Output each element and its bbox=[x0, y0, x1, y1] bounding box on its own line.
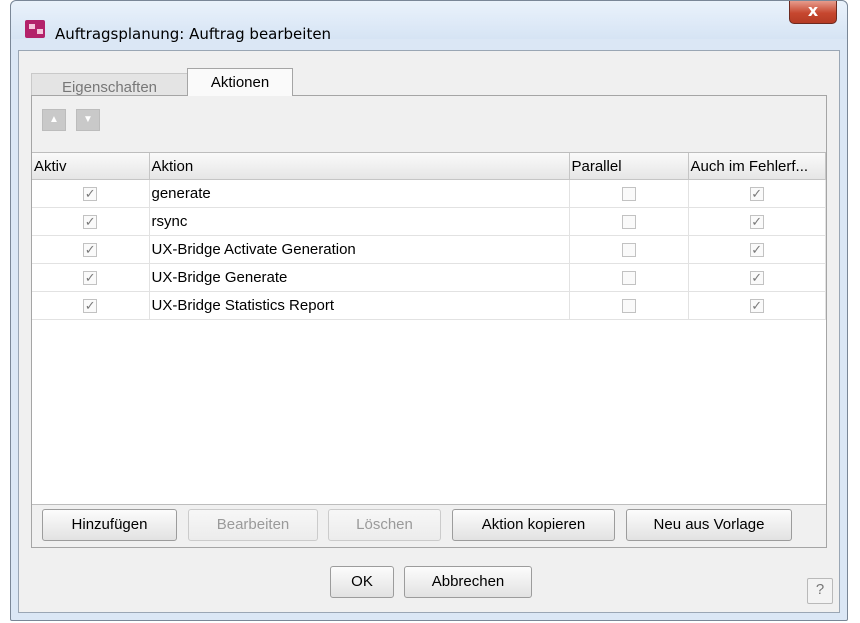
aktiv-cell: ✓ bbox=[32, 179, 150, 208]
aktiv-checkbox[interactable]: ✓ bbox=[83, 215, 98, 230]
aktion-name[interactable]: rsync bbox=[149, 207, 570, 236]
column-header-parallel[interactable]: Parallel bbox=[569, 153, 689, 180]
parallel-checkbox[interactable] bbox=[621, 187, 636, 202]
table-row[interactable]: ✓ UX-Bridge Activate Generation ✓ bbox=[32, 235, 826, 264]
aktiv-checkbox[interactable]: ✓ bbox=[83, 187, 98, 202]
fehlerfall-cell: ✓ bbox=[688, 291, 826, 320]
close-button[interactable]: x bbox=[789, 1, 837, 24]
parallel-checkbox[interactable] bbox=[621, 271, 636, 286]
fehlerfall-cell: ✓ bbox=[688, 207, 826, 236]
fehlerfall-cell: ✓ bbox=[688, 235, 826, 264]
fehlerfall-checkbox[interactable]: ✓ bbox=[749, 187, 764, 202]
parallel-cell bbox=[569, 263, 689, 292]
table-row[interactable]: ✓ rsync ✓ bbox=[32, 207, 826, 236]
cancel-button[interactable]: Abbrechen bbox=[404, 566, 532, 598]
aktiv-checkbox[interactable]: ✓ bbox=[83, 271, 98, 286]
aktion-name[interactable]: UX-Bridge Statistics Report bbox=[149, 291, 570, 320]
fehlerfall-checkbox[interactable]: ✓ bbox=[749, 271, 764, 286]
actions-table: Aktiv Aktion Parallel Auch im Fehlerf...… bbox=[32, 152, 826, 505]
table-row[interactable]: ✓ UX-Bridge Statistics Report ✓ bbox=[32, 291, 826, 320]
aktion-name[interactable]: generate bbox=[149, 179, 570, 208]
fehlerfall-checkbox[interactable]: ✓ bbox=[749, 215, 764, 230]
window-title: Auftragsplanung: Auftrag bearbeiten bbox=[55, 25, 332, 43]
parallel-cell bbox=[569, 291, 689, 320]
help-icon[interactable]: ? bbox=[807, 578, 833, 604]
parallel-cell bbox=[569, 179, 689, 208]
aktiv-cell: ✓ bbox=[32, 207, 150, 236]
fehlerfall-checkbox[interactable]: ✓ bbox=[749, 299, 764, 314]
aktiv-checkbox[interactable]: ✓ bbox=[83, 299, 98, 314]
title-bar[interactable]: Auftragsplanung: Auftrag bearbeiten x bbox=[11, 1, 847, 43]
aktiv-checkbox[interactable]: ✓ bbox=[83, 243, 98, 258]
table-row[interactable]: ✓ UX-Bridge Generate ✓ bbox=[32, 263, 826, 292]
column-header-aktion[interactable]: Aktion bbox=[149, 153, 570, 180]
ok-button[interactable]: OK bbox=[330, 566, 394, 598]
parallel-checkbox[interactable] bbox=[621, 215, 636, 230]
delete-button[interactable]: Löschen bbox=[328, 509, 441, 541]
aktionen-panel: ▲ ▼ Aktiv Aktion Parallel Auch im Fehler… bbox=[31, 95, 827, 548]
edit-button[interactable]: Bearbeiten bbox=[188, 509, 318, 541]
aktiv-cell: ✓ bbox=[32, 263, 150, 292]
aktion-name[interactable]: UX-Bridge Generate bbox=[149, 263, 570, 292]
column-header-fehlerfall[interactable]: Auch im Fehlerf... bbox=[688, 153, 826, 180]
move-down-button[interactable]: ▼ bbox=[76, 109, 100, 131]
new-from-template-button[interactable]: Neu aus Vorlage bbox=[626, 509, 792, 541]
dialog-body: Eigenschaften Aktionen ▲ ▼ Aktiv Aktion … bbox=[18, 50, 840, 613]
fehlerfall-checkbox[interactable]: ✓ bbox=[749, 243, 764, 258]
tab-aktionen[interactable]: Aktionen bbox=[187, 68, 293, 96]
move-up-button[interactable]: ▲ bbox=[42, 109, 66, 131]
aktion-name[interactable]: UX-Bridge Activate Generation bbox=[149, 235, 570, 264]
aktiv-cell: ✓ bbox=[32, 235, 150, 264]
fehlerfall-cell: ✓ bbox=[688, 263, 826, 292]
aktiv-cell: ✓ bbox=[32, 291, 150, 320]
app-icon bbox=[25, 20, 45, 38]
parallel-checkbox[interactable] bbox=[621, 299, 636, 314]
parallel-cell bbox=[569, 235, 689, 264]
add-button[interactable]: Hinzufügen bbox=[42, 509, 177, 541]
dialog-window: Auftragsplanung: Auftrag bearbeiten x Ei… bbox=[10, 0, 848, 621]
copy-action-button[interactable]: Aktion kopieren bbox=[452, 509, 615, 541]
column-header-aktiv[interactable]: Aktiv bbox=[32, 153, 150, 180]
parallel-checkbox[interactable] bbox=[621, 243, 636, 258]
table-row[interactable]: ✓ generate ✓ bbox=[32, 179, 826, 208]
parallel-cell bbox=[569, 207, 689, 236]
fehlerfall-cell: ✓ bbox=[688, 179, 826, 208]
